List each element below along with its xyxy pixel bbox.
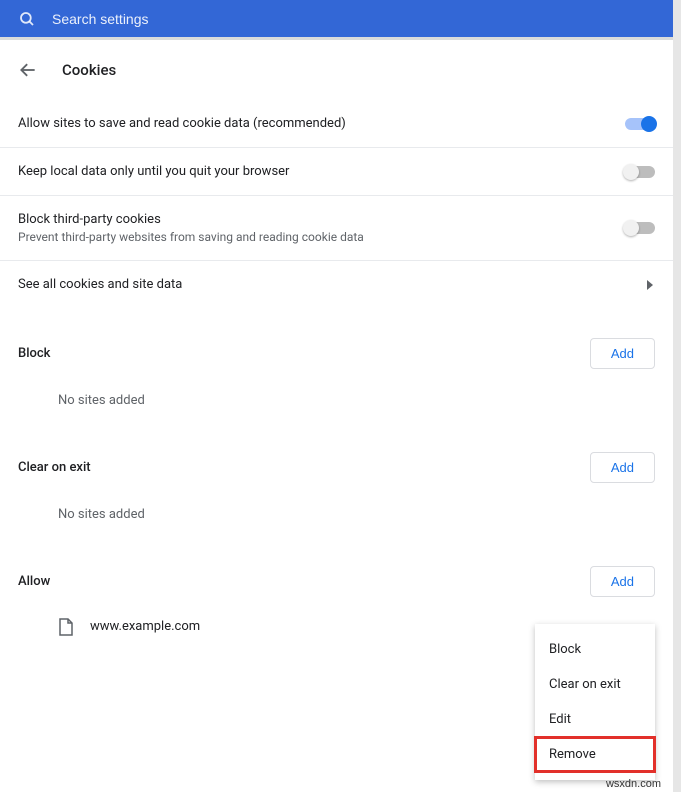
section-clear-on-exit: Clear on exit Add <box>0 422 673 493</box>
section-block: Block Add <box>0 308 673 379</box>
search-icon <box>18 10 36 28</box>
row-label: Block third-party cookies <box>18 212 625 227</box>
menu-block[interactable]: Block <box>535 632 655 667</box>
toggle-keep-local[interactable] <box>625 166 655 178</box>
section-title: Allow <box>18 574 50 589</box>
menu-clear-on-exit[interactable]: Clear on exit <box>535 667 655 702</box>
row-see-all-cookies[interactable]: See all cookies and site data <box>0 261 673 308</box>
menu-edit[interactable]: Edit <box>535 702 655 737</box>
row-allow-cookies[interactable]: Allow sites to save and read cookie data… <box>0 100 673 148</box>
add-block-button[interactable]: Add <box>590 338 655 369</box>
chevron-right-icon <box>647 280 655 290</box>
clear-empty-message: No sites added <box>0 493 673 536</box>
block-empty-message: No sites added <box>0 379 673 422</box>
search-input[interactable] <box>52 11 655 27</box>
settings-list: Allow sites to save and read cookie data… <box>0 90 673 646</box>
toggle-block-third-party[interactable] <box>625 222 655 234</box>
site-url: www.example.com <box>90 619 200 634</box>
row-label: Allow sites to save and read cookie data… <box>18 116 625 131</box>
menu-remove[interactable]: Remove <box>535 737 655 772</box>
section-title: Clear on exit <box>18 460 91 475</box>
context-menu: Block Clear on exit Edit Remove <box>535 624 655 780</box>
row-keep-local[interactable]: Keep local data only until you quit your… <box>0 148 673 196</box>
toggle-allow-cookies[interactable] <box>625 118 655 130</box>
page-title: Cookies <box>62 61 116 79</box>
file-icon <box>58 618 74 636</box>
row-label: See all cookies and site data <box>18 277 647 292</box>
row-block-third-party[interactable]: Block third-party cookies Prevent third-… <box>0 196 673 261</box>
search-bar <box>0 0 673 40</box>
watermark: wsxdn.com <box>606 778 661 790</box>
row-label: Keep local data only until you quit your… <box>18 164 625 179</box>
add-clear-button[interactable]: Add <box>590 452 655 483</box>
page-header: Cookies <box>0 40 673 90</box>
back-arrow-icon[interactable] <box>18 60 38 80</box>
section-title: Block <box>18 346 50 361</box>
add-allow-button[interactable]: Add <box>590 566 655 597</box>
section-allow: Allow Add <box>0 536 673 607</box>
row-sublabel: Prevent third-party websites from saving… <box>18 230 625 244</box>
